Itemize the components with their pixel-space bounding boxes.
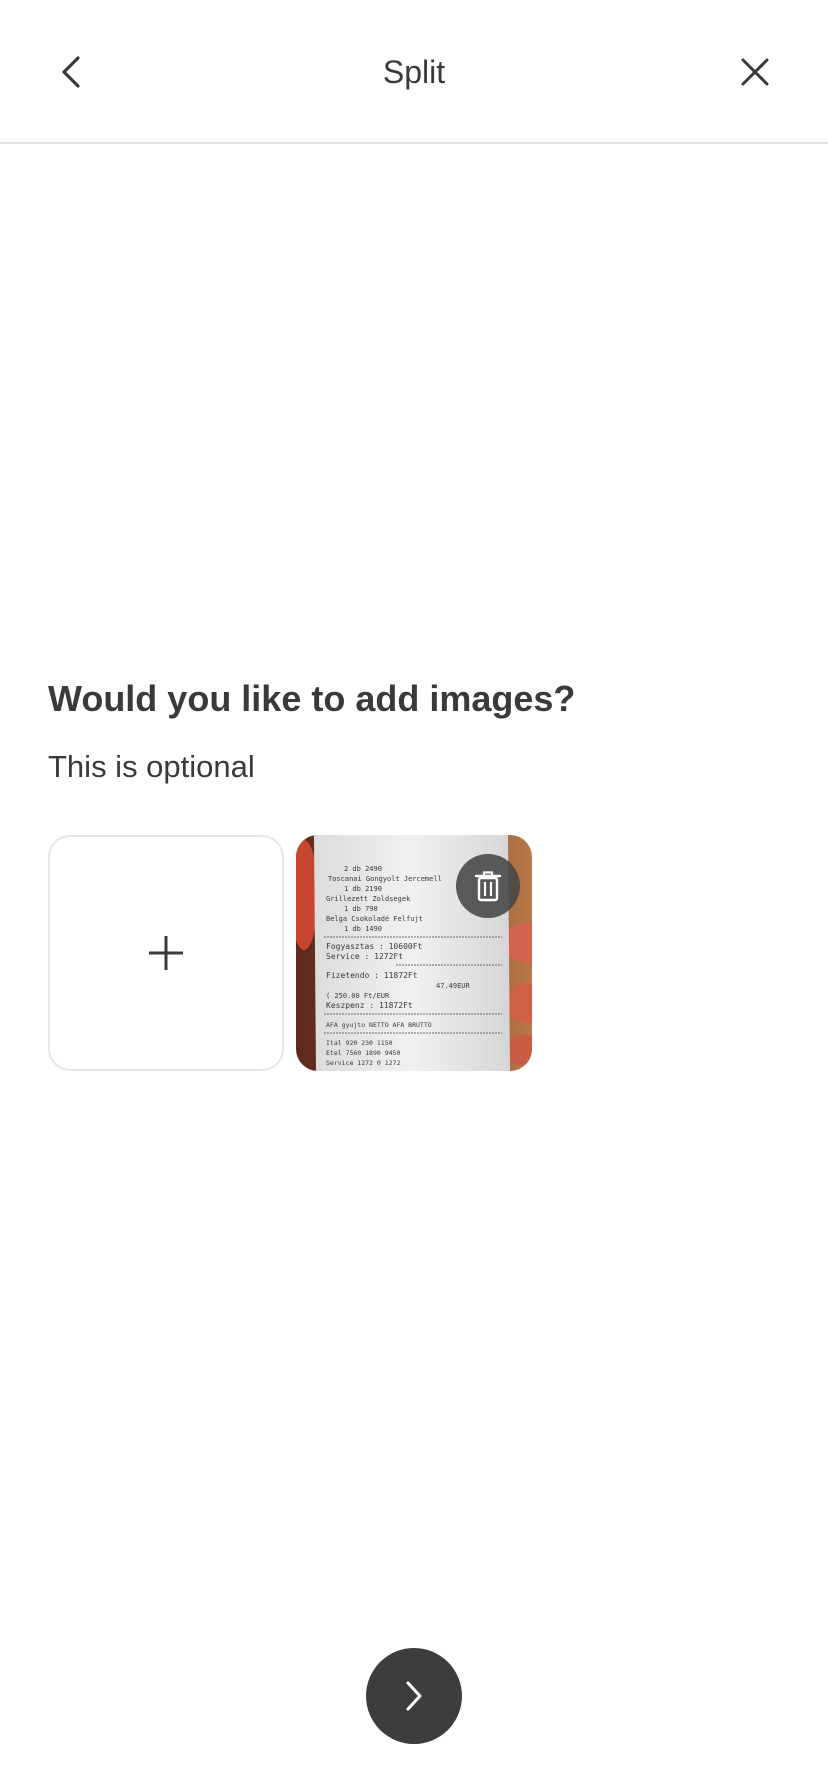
close-icon bbox=[741, 58, 769, 86]
page-title: Split bbox=[382, 54, 446, 90]
receipt-line: Grillezett Zoldsegek bbox=[326, 895, 411, 903]
receipt-line: 1 db 790 bbox=[344, 905, 378, 913]
header-bar: Split bbox=[0, 0, 828, 144]
receipt-line: Belga Csokoladé Felfujt bbox=[326, 915, 423, 923]
receipt-line: Etel 7560 1890 9450 bbox=[326, 1049, 400, 1057]
receipt-line: 1 db 2190 bbox=[344, 885, 382, 893]
receipt-line: AFA gyujto NETTO AFA BRUTTO bbox=[326, 1021, 432, 1029]
receipt-line: 2 db 2490 bbox=[344, 865, 382, 873]
receipt-line: 1 db 1490 bbox=[344, 925, 382, 933]
receipt-line: Service : 1272Ft bbox=[326, 952, 403, 961]
receipt-line: ( 250.00 Ft/EUR bbox=[326, 992, 390, 1000]
close-button[interactable] bbox=[723, 40, 787, 104]
receipt-line: Keszpenz : 11872Ft bbox=[326, 1001, 413, 1010]
delete-image-button[interactable] bbox=[456, 854, 520, 918]
chevron-right-icon bbox=[406, 1681, 422, 1711]
receipt-line: 47.49EUR bbox=[436, 982, 471, 990]
receipt-line: Toscanai Gongyolt Jercemell bbox=[328, 875, 442, 883]
receipt-line: Ital 920 230 1150 bbox=[326, 1039, 393, 1047]
next-button[interactable] bbox=[366, 1648, 462, 1744]
optional-subtitle: This is optional bbox=[48, 749, 255, 784]
add-image-button[interactable] bbox=[48, 835, 284, 1071]
receipt-line: Service 1272 0 1272 bbox=[326, 1059, 400, 1067]
question-heading: Would you like to add images? bbox=[48, 678, 576, 719]
trash-icon bbox=[474, 871, 502, 902]
plus-icon bbox=[149, 936, 183, 970]
receipt-image-thumbnail[interactable]: 2 db 2490 Toscanai Gongyolt Jercemell 1 … bbox=[296, 835, 532, 1071]
receipt-line: Fogyasztas : 10600Ft bbox=[326, 942, 423, 951]
receipt-line: Fizetendo : 11872Ft bbox=[326, 971, 418, 980]
